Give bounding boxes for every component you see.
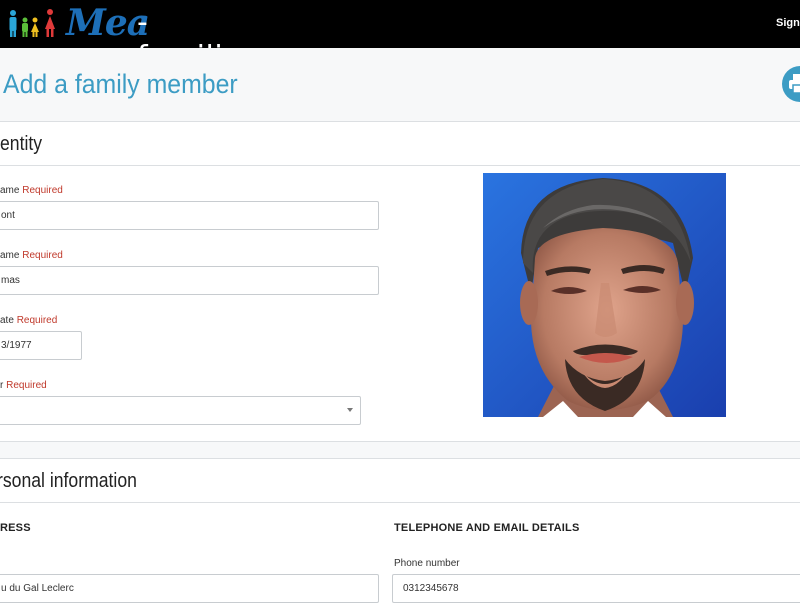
required-marker: Required [16,315,58,326]
top-navbar: Mea -familia Sign out [0,0,800,75]
contact-heading: TELEPHONE AND EMAIL DETAILS [394,522,580,534]
phone-label: Phone number [394,558,460,569]
member-photo[interactable] [483,173,726,417]
identity-section-title: entity [0,133,43,155]
firstname-input[interactable] [1,267,378,294]
firstname-label-text: ame [0,250,20,261]
firstname-field[interactable] [0,266,379,295]
dropdown-arrow-icon [347,408,353,412]
required-marker: Required [22,250,63,261]
section-divider [0,502,800,503]
firstname-label: ame Required [0,250,63,261]
address-field[interactable] [0,574,379,603]
gender-label: r Required [0,380,47,391]
gender-label-text: r [0,380,4,391]
birthdate-label-text: ate [0,315,14,326]
page-title: Add a family member [3,69,238,99]
printer-icon [789,74,800,94]
gender-select[interactable] [0,396,361,425]
phone-field[interactable] [392,574,800,603]
avatar-face-image [483,173,726,417]
phone-input[interactable] [403,575,800,602]
lastname-input[interactable] [1,202,378,229]
section-divider [0,458,800,459]
address-input[interactable] [1,575,378,602]
family-figures-icon [9,9,55,37]
lastname-label: ame Required [0,185,63,196]
personal-info-section-title: rsonal information [0,470,137,492]
lastname-field[interactable] [0,201,379,230]
section-gap [0,442,800,458]
sign-out-link[interactable]: Sign out [776,17,800,29]
lastname-label-text: ame [0,185,20,196]
address-heading: RESS [0,522,31,534]
birthdate-input[interactable] [1,332,81,359]
required-marker: Required [6,380,47,391]
required-marker: Required [22,185,63,196]
birthdate-field[interactable] [0,331,82,360]
birthdate-label: ate Required [0,315,57,326]
section-divider [0,165,800,166]
